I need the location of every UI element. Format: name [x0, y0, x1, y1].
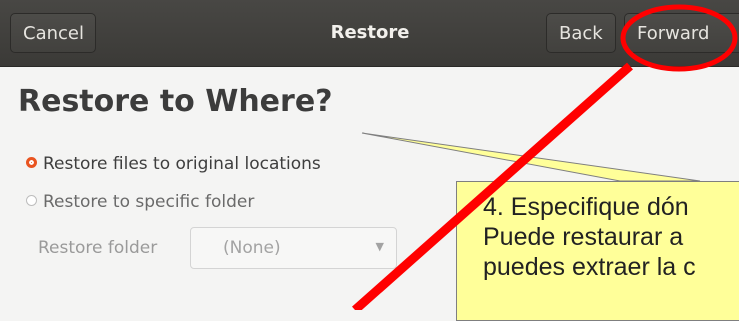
- forward-highlight-ellipse: [620, 4, 738, 72]
- red-arrow-line: [352, 62, 633, 310]
- annotation-overlay: [352, 4, 738, 310]
